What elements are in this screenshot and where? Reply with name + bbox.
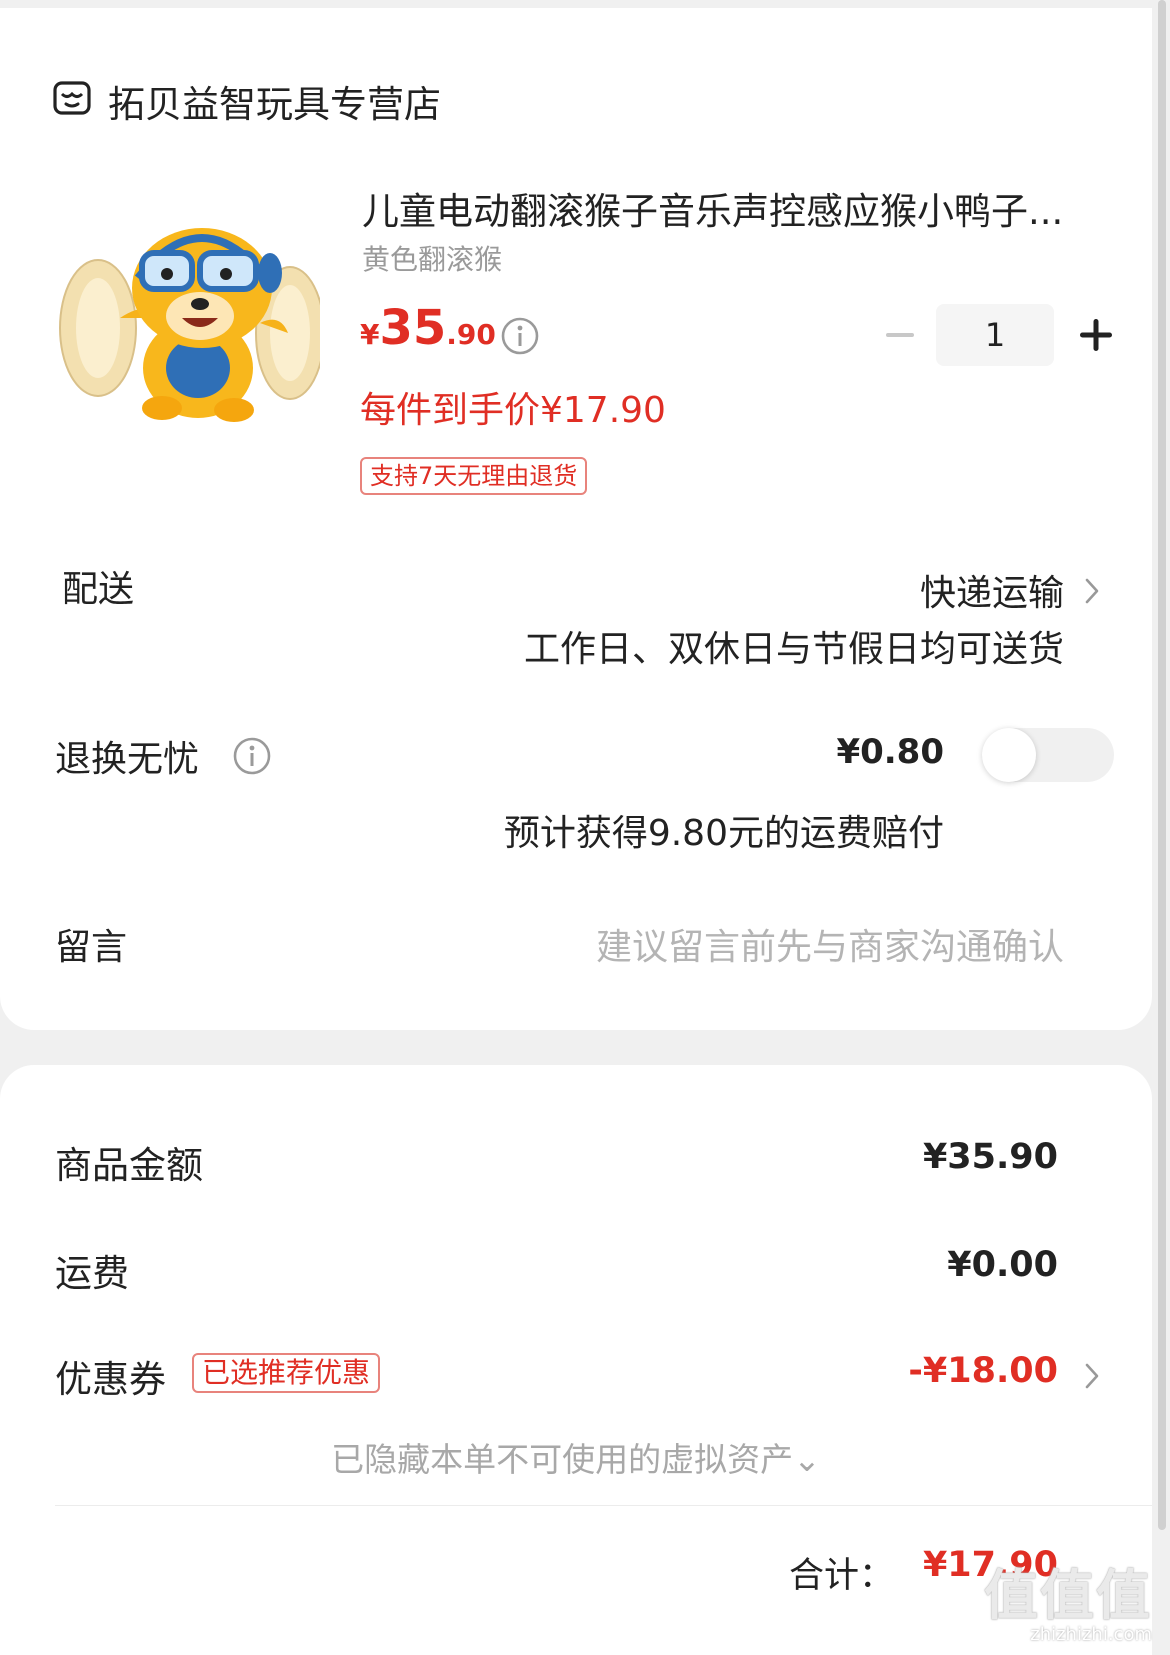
return-insurance-note: 预计获得9.80元的运费赔付 [503,813,944,854]
watermark-logo: 值值值 [984,1564,1152,1627]
quantity-stepper: 1 [868,304,1118,366]
info-icon[interactable] [500,316,540,356]
return-policy-tag: 支持7天无理由退货 [360,457,588,495]
return-insurance-price: ¥0.80 [836,732,944,772]
quantity-value: 1 [984,316,1006,354]
shop-name: 拓贝益智玩具专营店 [108,83,441,126]
shipping-fee-row: 运费 ¥0.00 [0,1243,1152,1303]
return-insurance-label: 退换无忧 [55,739,200,780]
delivery-row[interactable]: 配送 快递运输 工作日、双休日与节假日均可送货 [0,556,1152,670]
order-summary-card: 商品金额 ¥35.90 运费 ¥0.00 优惠券 已选推荐优惠 -¥18.00 … [0,1065,1152,1655]
coupon-label: 优惠券 [55,1358,166,1401]
product-variant[interactable]: 黄色翻滚猴 [362,238,502,278]
message-input[interactable]: 建议留言前先与商家沟通确认 [596,918,1064,970]
per-item-price: 每件到手价¥17.90 [360,390,666,431]
minus-icon[interactable] [880,304,920,366]
delivery-label: 配送 [62,569,135,610]
total-label: 合计： [788,1556,894,1596]
order-item-card: 拓贝益智玩具专营店 儿童电动翻滚猴子音乐声控感应猴小鸭子... 黄色翻滚猴 ¥3… [0,8,1152,1030]
info-icon[interactable] [232,736,272,776]
quantity-input[interactable]: 1 [936,304,1054,366]
total-row: 合计： ¥17.90 [0,1543,1152,1603]
return-insurance-row: 退换无忧 ¥0.80 预计获得9.80元的运费赔付 [0,726,1152,854]
price-decimal: .90 [446,318,496,351]
store-icon [53,81,91,115]
delivery-method: 快递运输 [919,573,1064,614]
message-label: 留言 [55,927,128,968]
coupon-tag: 已选推荐优惠 [192,1353,381,1393]
product-image[interactable] [50,218,325,433]
goods-amount-row: 商品金额 ¥35.90 [0,1135,1152,1195]
toggle-knob [982,728,1036,782]
chevron-right-icon [1085,578,1099,604]
chevron-right-icon [1085,1363,1099,1389]
plus-icon[interactable] [1076,304,1116,366]
coupon-row[interactable]: 优惠券 已选推荐优惠 -¥18.00 [0,1349,1152,1409]
message-row[interactable]: 留言 建议留言前先与商家沟通确认 [0,914,1152,974]
goods-amount-label: 商品金额 [55,1144,203,1187]
price-integer: 35 [379,300,447,356]
hidden-assets-note[interactable]: 已隐藏本单不可使用的虚拟资产⌄ [0,1433,1152,1481]
divider [55,1505,1152,1506]
return-insurance-toggle[interactable] [982,728,1114,782]
product-title[interactable]: 儿童电动翻滚猴子音乐声控感应猴小鸭子... [362,181,1063,235]
price-currency: ¥ [360,318,380,351]
product-price: ¥35.90 [360,300,496,356]
watermark: 值值值 zhizhizhi.com [984,1564,1152,1646]
scrollbar[interactable] [1158,0,1166,1530]
watermark-url: zhizhizhi.com [1030,1624,1152,1645]
delivery-note: 工作日、双休日与节假日均可送货 [523,629,1064,670]
shipping-fee-value: ¥0.00 [947,1245,1058,1285]
goods-amount-value: ¥35.90 [922,1137,1058,1177]
coupon-value: -¥18.00 [908,1351,1058,1391]
shipping-fee-label: 运费 [55,1252,129,1295]
